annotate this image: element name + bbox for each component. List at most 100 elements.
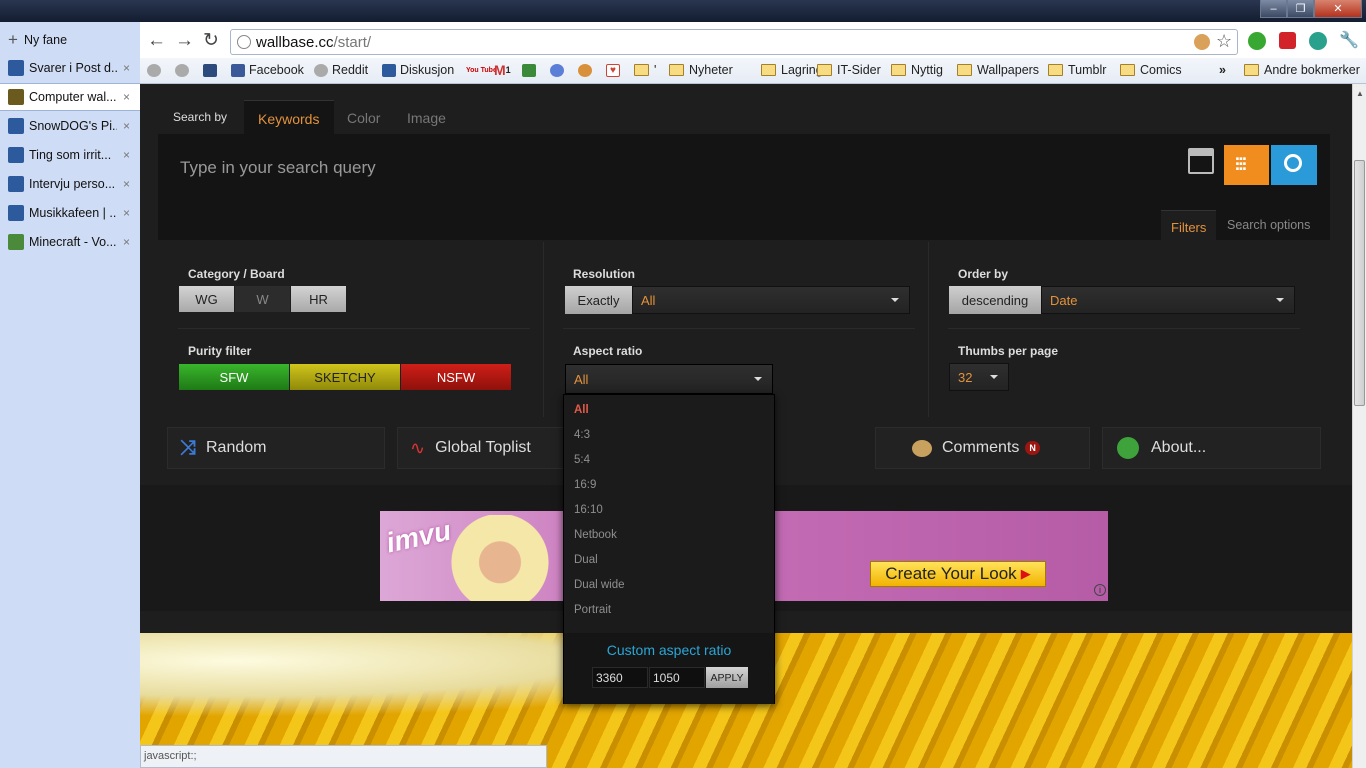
aspect-option[interactable]: 16:9 bbox=[574, 479, 596, 491]
apply-custom-aspect-button[interactable]: APPLY bbox=[706, 667, 748, 688]
bookmark-youtube[interactable]: You Tube bbox=[466, 61, 497, 79]
about-button[interactable]: About... bbox=[1102, 427, 1321, 469]
order-direction-button[interactable]: descending bbox=[949, 286, 1041, 314]
bookmark-folder[interactable]: Lagring bbox=[761, 61, 823, 79]
bookmark-folder[interactable]: Tumblr bbox=[1048, 61, 1106, 79]
close-tab-icon[interactable]: × bbox=[123, 206, 130, 220]
purity-sketchy-button[interactable]: SKETCHY bbox=[290, 364, 400, 390]
scroll-up-arrow-icon[interactable]: ▲ bbox=[1356, 89, 1364, 98]
back-button[interactable]: ← bbox=[147, 30, 166, 52]
aspect-option[interactable]: All bbox=[574, 404, 589, 416]
site-favicon-icon bbox=[8, 176, 24, 192]
tab-label: Keywords bbox=[258, 111, 320, 127]
close-tab-icon[interactable]: × bbox=[123, 177, 130, 191]
tab-image[interactable]: Image bbox=[407, 110, 446, 126]
aspect-option[interactable]: Dual wide bbox=[574, 579, 625, 591]
nav-label: About... bbox=[1151, 439, 1207, 456]
custom-width-input[interactable] bbox=[592, 667, 648, 688]
purity-sfw-button[interactable]: SFW bbox=[179, 364, 289, 390]
purity-nsfw-button[interactable]: NSFW bbox=[401, 364, 511, 390]
heart-icon: ♥ bbox=[606, 63, 620, 77]
bookmark-folder[interactable]: Nyheter bbox=[669, 61, 733, 79]
new-tab-button[interactable]: + Ny fane bbox=[0, 26, 140, 54]
bookmark-other-folder[interactable]: Andre bokmerker bbox=[1244, 61, 1360, 79]
snowdog-icon[interactable] bbox=[203, 61, 221, 79]
tab-color[interactable]: Color bbox=[347, 110, 380, 126]
side-tab[interactable]: Minecraft - Vo... × bbox=[0, 228, 140, 256]
scroll-thumb[interactable] bbox=[1354, 160, 1365, 406]
aspect-ratio-select[interactable]: All bbox=[565, 364, 773, 394]
aspect-option[interactable]: Netbook bbox=[574, 529, 617, 541]
forward-button[interactable]: → bbox=[175, 30, 194, 52]
cookie-blocked-icon[interactable] bbox=[1194, 34, 1210, 50]
ad-info-icon[interactable]: i bbox=[1094, 584, 1106, 596]
download-tray-icon[interactable] bbox=[1188, 148, 1214, 174]
minimize-button[interactable]: – bbox=[1260, 0, 1287, 18]
aspect-option[interactable]: Portrait bbox=[574, 604, 611, 616]
search-input[interactable]: Type in your search query bbox=[168, 144, 1178, 188]
tab-search-options[interactable]: Search options bbox=[1227, 218, 1310, 232]
close-tab-icon[interactable]: × bbox=[123, 119, 130, 133]
bookmark-label: Diskusjon bbox=[400, 63, 455, 77]
aspect-option[interactable]: 5:4 bbox=[574, 454, 590, 466]
order-by-select[interactable]: Date bbox=[1041, 286, 1295, 314]
side-tab[interactable]: Computer wal... × bbox=[0, 83, 140, 111]
bookmark-burger[interactable] bbox=[578, 61, 596, 79]
bookmark-star-icon[interactable]: ☆ bbox=[1216, 31, 1232, 52]
bookmark-ball[interactable] bbox=[550, 61, 568, 79]
bookmarks-overflow-chevron[interactable]: » bbox=[1219, 61, 1226, 79]
tab-keywords[interactable]: Keywords bbox=[244, 100, 334, 134]
category-w-button[interactable]: W bbox=[235, 286, 290, 312]
global-toplist-button[interactable]: ∿ Global Toplist bbox=[397, 427, 565, 469]
side-tab[interactable]: SnowDOG's Pi... × bbox=[0, 112, 140, 140]
nav-label: Comments bbox=[942, 439, 1020, 456]
close-tab-icon[interactable]: × bbox=[123, 90, 130, 104]
bookmark-heart[interactable]: ♥ bbox=[606, 61, 624, 79]
page-scrollbar[interactable]: ▲ bbox=[1352, 84, 1366, 768]
bookmark-gmail[interactable]: M1 bbox=[494, 61, 511, 79]
bookmark-grid[interactable] bbox=[522, 61, 540, 79]
bookmark-folder[interactable]: Wallpapers bbox=[957, 61, 1039, 79]
resolution-mode-button[interactable]: Exactly bbox=[565, 286, 632, 314]
stumbleupon-icon[interactable] bbox=[1309, 32, 1327, 50]
aspect-option[interactable]: 16:10 bbox=[574, 504, 603, 516]
category-wg-button[interactable]: WG bbox=[179, 286, 234, 312]
reddit-alien-icon[interactable] bbox=[147, 61, 165, 79]
ad-cta-button[interactable]: Create Your Look ▶ bbox=[870, 561, 1046, 587]
new-tab-label: Ny fane bbox=[23, 33, 68, 47]
resolution-select[interactable]: All bbox=[632, 286, 910, 314]
bookmark-reddit[interactable]: Reddit bbox=[314, 61, 368, 79]
wrench-icon[interactable]: 🔧 bbox=[1339, 30, 1359, 50]
bookmark-diskusjon[interactable]: Diskusjon bbox=[382, 61, 454, 79]
tab-filters[interactable]: Filters bbox=[1161, 210, 1216, 241]
maximize-button[interactable]: ❐ bbox=[1287, 0, 1314, 18]
filters-toggle-button[interactable]: ⫶⫶⫶ bbox=[1224, 145, 1269, 185]
side-tab[interactable]: Svarer i Post d... × bbox=[0, 54, 140, 82]
close-tab-icon[interactable]: × bbox=[123, 61, 130, 75]
address-bar[interactable]: wallbase.cc/start/ ☆ bbox=[230, 29, 1238, 55]
random-button[interactable]: ⤨ Random bbox=[167, 427, 385, 469]
side-tab[interactable]: Intervju perso... × bbox=[0, 170, 140, 198]
aspect-option[interactable]: 4:3 bbox=[574, 429, 590, 441]
reload-button[interactable]: ↻ bbox=[203, 29, 219, 52]
bookmark-folder[interactable]: IT-Sider bbox=[817, 61, 881, 79]
side-tab[interactable]: Musikkafeen | ... × bbox=[0, 199, 140, 227]
comments-button[interactable]: Comments N bbox=[875, 427, 1090, 469]
bookmark-folder-quote[interactable]: ' bbox=[634, 61, 656, 79]
extension-red-icon[interactable] bbox=[1279, 32, 1296, 49]
close-tab-icon[interactable]: × bbox=[123, 235, 130, 249]
search-button[interactable] bbox=[1271, 145, 1317, 185]
bookmark-folder[interactable]: Comics bbox=[1120, 61, 1182, 79]
extension-green-icon[interactable] bbox=[1248, 32, 1266, 50]
bookmark-facebook[interactable]: Facebook bbox=[231, 61, 304, 79]
aspect-option[interactable]: Dual bbox=[574, 554, 598, 566]
category-hr-button[interactable]: HR bbox=[291, 286, 346, 312]
reddit-alien-icon[interactable] bbox=[175, 61, 193, 79]
aspect-ratio-label: Aspect ratio bbox=[573, 344, 643, 358]
close-tab-icon[interactable]: × bbox=[123, 148, 130, 162]
close-window-button[interactable]: ✕ bbox=[1314, 0, 1362, 18]
custom-height-input[interactable] bbox=[649, 667, 705, 688]
bookmark-folder[interactable]: Nyttig bbox=[891, 61, 943, 79]
side-tab[interactable]: Ting som irrit... × bbox=[0, 141, 140, 169]
thumbs-per-page-select[interactable]: 32 bbox=[949, 363, 1009, 391]
